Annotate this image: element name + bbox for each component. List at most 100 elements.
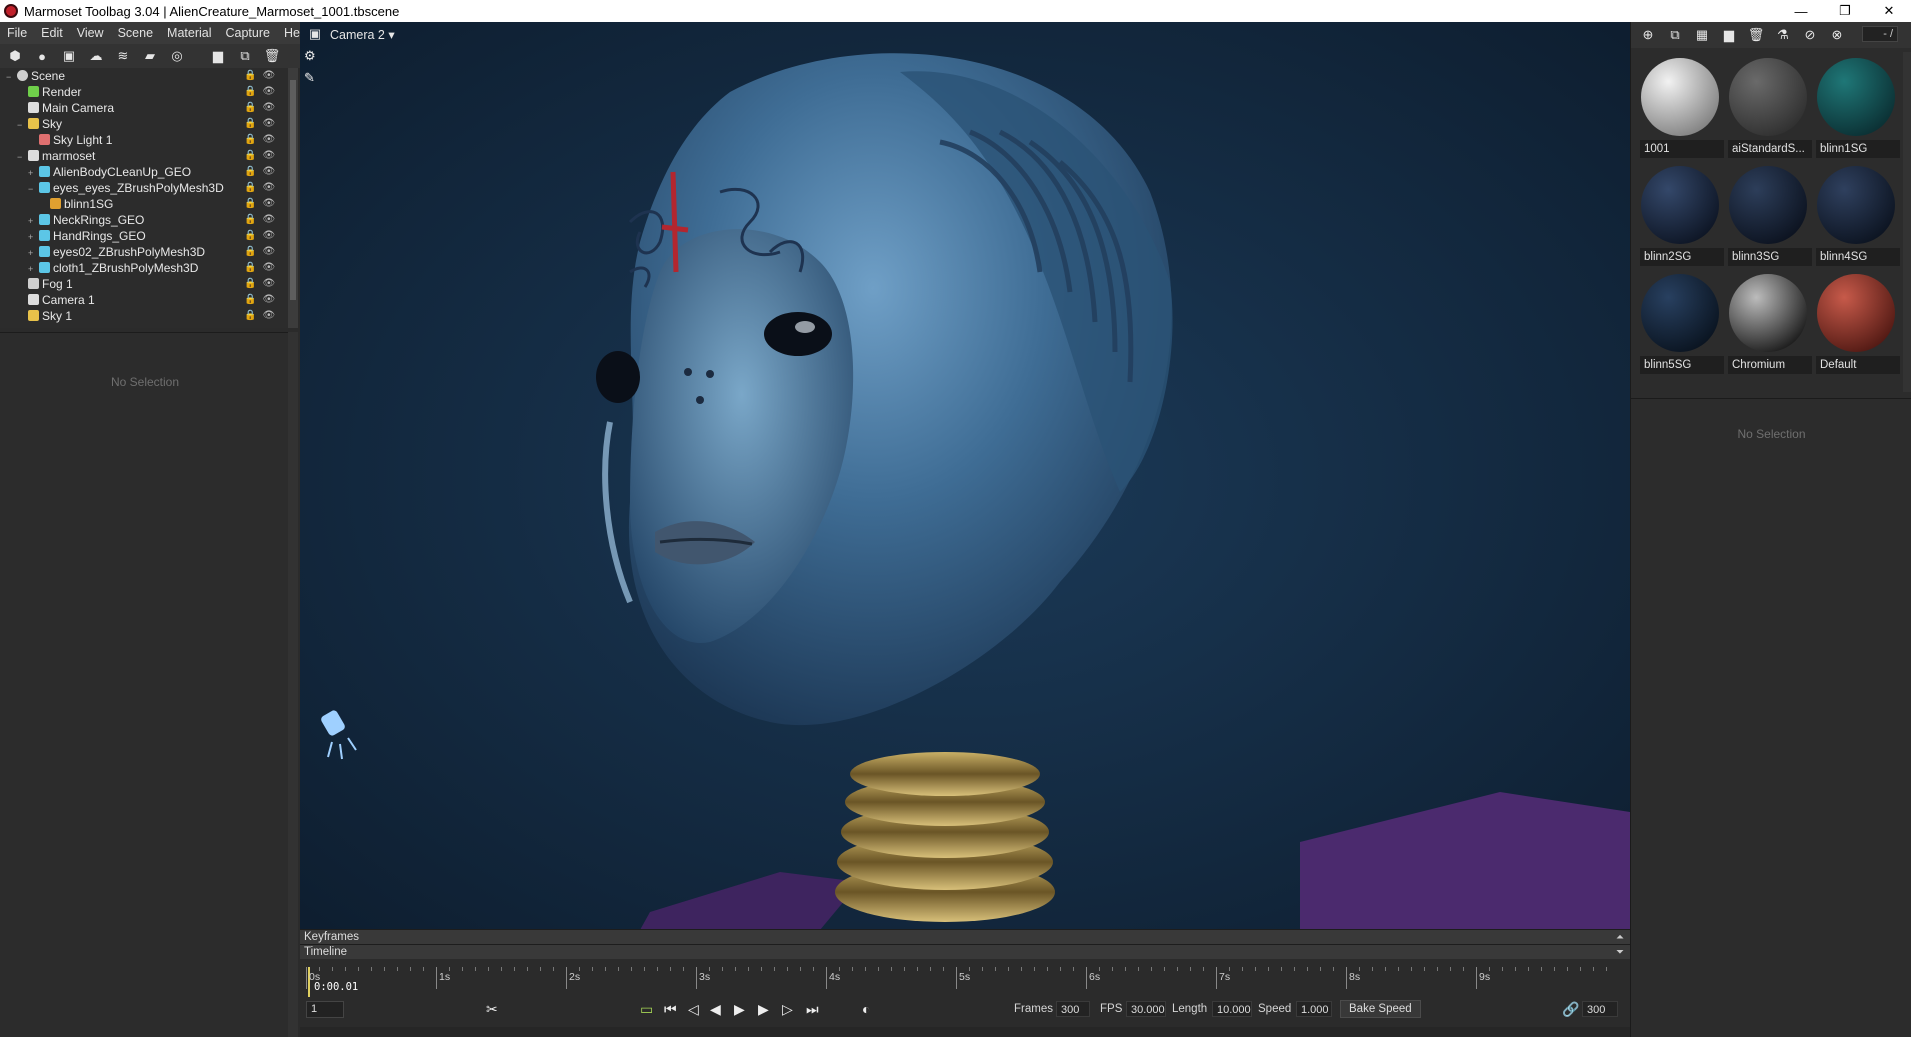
lock-icon[interactable]: 🔒: [244, 116, 256, 132]
visibility-icon[interactable]: 👁: [262, 228, 275, 244]
pick-material-icon[interactable]: ⚗: [1774, 26, 1792, 44]
menu-material[interactable]: Material: [160, 26, 218, 40]
visibility-icon[interactable]: 👁: [262, 180, 275, 196]
lock-icon[interactable]: 🔒: [244, 100, 256, 116]
lock-icon[interactable]: 🔒: [244, 244, 256, 260]
play-icon[interactable]: ▶: [734, 1001, 745, 1018]
outliner-item[interactable]: + eyes02_ZBrushPolyMesh3D 🔒 👁: [0, 244, 298, 260]
material-thumbnail[interactable]: blinn4SG: [1812, 160, 1900, 268]
viewport[interactable]: [300, 22, 1630, 930]
material-scrollbar[interactable]: [1903, 52, 1911, 392]
properties-scrollbar[interactable]: [288, 332, 298, 1037]
bake-speed-button[interactable]: Bake Speed: [1340, 1000, 1421, 1018]
paint-brush-icon[interactable]: ✎: [304, 70, 322, 86]
collapse-down-icon[interactable]: ⏷: [1616, 945, 1624, 960]
expand-toggle-icon[interactable]: −: [28, 181, 36, 197]
trash-icon[interactable]: 🗑: [1747, 26, 1765, 44]
expand-toggle-icon[interactable]: −: [6, 69, 14, 85]
material-thumbnail[interactable]: blinn2SG: [1636, 160, 1724, 268]
timeline-panel-header[interactable]: Timeline ⏷: [300, 944, 1630, 959]
visibility-icon[interactable]: 👁: [262, 244, 275, 260]
material-thumbnail[interactable]: blinn5SG: [1636, 268, 1724, 376]
step-back-icon[interactable]: ◀: [710, 1001, 721, 1018]
go-to-end-icon[interactable]: ⏭: [806, 1001, 819, 1018]
add-object-icon[interactable]: ⬢: [6, 47, 24, 65]
prev-keyframe-icon[interactable]: ◁: [688, 1001, 699, 1018]
outliner-item[interactable]: Render 🔒 👁: [0, 84, 298, 100]
visibility-icon[interactable]: 👁: [262, 100, 275, 116]
visibility-icon[interactable]: 👁: [262, 68, 275, 84]
restore-button[interactable]: ❐: [1823, 0, 1867, 22]
camera-selector[interactable]: Camera 2 ▾: [330, 27, 395, 42]
outliner-item[interactable]: + cloth1_ZBrushPolyMesh3D 🔒 👁: [0, 260, 298, 276]
go-to-start-icon[interactable]: ⏮: [664, 1001, 677, 1018]
add-shadow-catcher-icon[interactable]: ▰: [141, 47, 159, 65]
keyframe-track[interactable]: [300, 1027, 1630, 1037]
add-camera-icon[interactable]: ▣: [60, 47, 78, 65]
expand-toggle-icon[interactable]: +: [28, 261, 36, 277]
outliner-item[interactable]: Camera 1 🔒 👁: [0, 292, 298, 308]
outliner-item[interactable]: Fog 1 🔒 👁: [0, 276, 298, 292]
menu-scene[interactable]: Scene: [111, 26, 160, 40]
outliner-item[interactable]: − Scene 🔒 👁: [0, 68, 298, 84]
current-frame-input[interactable]: 1: [306, 1001, 344, 1018]
outliner-item[interactable]: − marmoset 🔒 👁: [0, 148, 298, 164]
visibility-icon[interactable]: 👁: [262, 148, 275, 164]
expand-toggle-icon[interactable]: −: [17, 117, 25, 133]
minimize-button[interactable]: —: [1779, 0, 1823, 22]
menu-edit[interactable]: Edit: [34, 26, 70, 40]
expand-toggle-icon[interactable]: +: [28, 165, 36, 181]
add-fog-icon[interactable]: ≋: [114, 47, 132, 65]
visibility-icon[interactable]: 👁: [262, 260, 275, 276]
frames-field[interactable]: 300: [1056, 1001, 1090, 1017]
lock-icon[interactable]: 🔒: [244, 148, 256, 164]
next-keyframe-icon[interactable]: ▷: [782, 1001, 793, 1018]
length-field[interactable]: 10.000: [1212, 1001, 1252, 1017]
lock-icon[interactable]: 🔒: [244, 164, 256, 180]
add-material-icon[interactable]: ⊕: [1639, 26, 1657, 44]
add-light-icon[interactable]: ●: [33, 47, 51, 65]
lock-icon[interactable]: 🔒: [244, 260, 256, 276]
expand-toggle-icon[interactable]: +: [28, 213, 36, 229]
expand-toggle-icon[interactable]: +: [28, 245, 36, 261]
thumbnail-size-field[interactable]: - /: [1862, 26, 1898, 42]
lock-icon[interactable]: 🔒: [244, 196, 256, 212]
lock-icon[interactable]: 🔒: [244, 68, 256, 84]
lock-icon[interactable]: 🔒: [244, 84, 256, 100]
outliner-item[interactable]: − Sky 🔒 👁: [0, 116, 298, 132]
visibility-icon[interactable]: 👁: [262, 164, 275, 180]
expand-toggle-icon[interactable]: +: [28, 229, 36, 245]
loop-icon[interactable]: ▭: [640, 1001, 653, 1018]
expand-up-icon[interactable]: ⏶: [1616, 930, 1624, 945]
folder-icon[interactable]: ▆: [209, 47, 227, 65]
viewport-settings-icon[interactable]: ⚙: [304, 48, 322, 64]
end-frame-field[interactable]: 300: [1582, 1001, 1618, 1017]
lock-icon[interactable]: 🔒: [244, 212, 256, 228]
lock-icon[interactable]: 🔒: [244, 180, 256, 196]
lock-icon[interactable]: 🔒: [244, 228, 256, 244]
outliner-item[interactable]: + HandRings_GEO 🔒 👁: [0, 228, 298, 244]
lock-icon[interactable]: 🔒: [244, 276, 256, 292]
scissors-icon[interactable]: ✂: [486, 1001, 498, 1018]
material-thumbnail[interactable]: Chromium: [1724, 268, 1812, 376]
outliner-item[interactable]: − eyes_eyes_ZBrushPolyMesh3D 🔒 👁: [0, 180, 298, 196]
visibility-icon[interactable]: 👁: [262, 196, 275, 212]
timeline-ruler[interactable]: 0s 1s 2s 3s 4s 5s 6s 7s 8s 9s: [306, 967, 1618, 997]
material-thumbnail[interactable]: 1001: [1636, 52, 1724, 160]
add-turntable-icon[interactable]: ◎: [168, 47, 186, 65]
outliner-item[interactable]: Sky 1 🔒 👁: [0, 308, 298, 324]
material-thumbnail[interactable]: blinn3SG: [1724, 160, 1812, 268]
visibility-icon[interactable]: 👁: [262, 212, 275, 228]
material-thumbnail[interactable]: Default: [1812, 268, 1900, 376]
speed-icon[interactable]: ◐: [862, 1001, 870, 1017]
material-thumbnail[interactable]: blinn1SG: [1812, 52, 1900, 160]
visibility-icon[interactable]: 👁: [262, 132, 275, 148]
checker-icon[interactable]: ▦: [1693, 26, 1711, 44]
material-thumbnail[interactable]: aiStandardS...: [1724, 52, 1812, 160]
speed-field[interactable]: 1.000: [1296, 1001, 1332, 1017]
link-icon[interactable]: 🔗: [1562, 1001, 1579, 1018]
outliner-item[interactable]: + AlienBodyCLeanUp_GEO 🔒 👁: [0, 164, 298, 180]
visibility-icon[interactable]: 👁: [262, 308, 275, 324]
keyframes-panel-header[interactable]: Keyframes ⏶: [300, 929, 1630, 944]
assign-material-icon[interactable]: ⊘: [1801, 26, 1819, 44]
